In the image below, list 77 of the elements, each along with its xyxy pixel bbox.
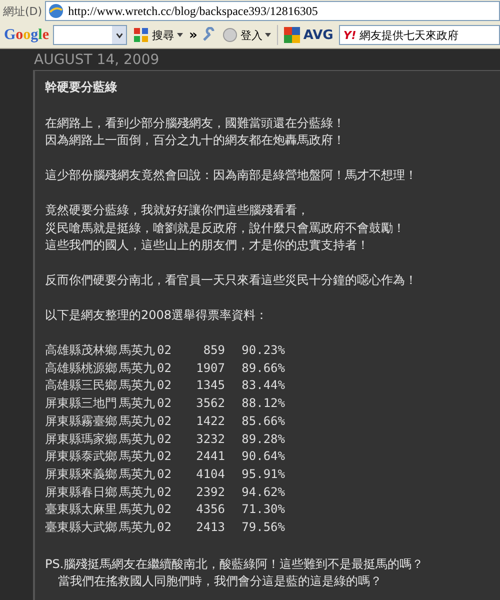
table-cell-text: 4356 bbox=[195, 501, 225, 518]
table-cell-text: 高雄縣三民鄉 bbox=[45, 377, 118, 394]
table-cell-text: 1422 bbox=[195, 412, 225, 430]
sign-in-button[interactable]: 登入 bbox=[221, 28, 274, 42]
table-cell-text: 馬英九 bbox=[119, 518, 156, 536]
table-cell-text: 89.66% bbox=[240, 360, 285, 377]
table-cell-text: 88.12% bbox=[240, 395, 285, 412]
post-title: 幹硬要分藍綠 bbox=[45, 79, 118, 96]
table-cell-text: 2392 bbox=[195, 484, 225, 501]
table-cell-text: 臺東縣大武鄉 bbox=[45, 518, 118, 536]
table-cell-text: 屏東縣瑪家鄉 bbox=[45, 430, 118, 448]
table-cell-text: 90.23% bbox=[240, 342, 285, 360]
paragraph: 反而你們硬要分南北，看官員一天只來看這些災民十分鐘的噁心作為！ bbox=[45, 272, 418, 289]
table-cell-text: 02 bbox=[157, 484, 172, 501]
table-cell-text: 屏東縣霧臺鄉 bbox=[45, 412, 118, 430]
caret-icon bbox=[177, 33, 184, 37]
table-cell-text: 85.66% bbox=[240, 412, 285, 430]
address-field[interactable]: http://www.wretch.cc/blog/backspace393/12816305 bbox=[45, 1, 500, 21]
table-cell-text: 02 bbox=[157, 342, 172, 360]
table-cell-text: 71.30% bbox=[240, 501, 285, 518]
table-cell-text: 02 bbox=[157, 395, 172, 412]
paragraph: 這少部份腦殘網友竟然會回說：因為南部是綠營地盤阿！馬才不想理！ bbox=[45, 167, 418, 184]
table-cell-text: 02 bbox=[157, 466, 172, 483]
table-cell-text: 3562 bbox=[195, 395, 225, 412]
paragraph: 竟然硬要分藍綠，我就好好讓你們這些腦殘看看， 災民嗆馬就是挺綠，嗆劉就是反政府，說什麼只會罵政府不會鼓勵！ 這些我們的國人，這些山上的朋友們，才是你的忠實支持者！ bbox=[45, 202, 406, 254]
table-cell-text: 79.56% bbox=[240, 518, 285, 536]
table-cell-text: 89.28% bbox=[240, 430, 285, 448]
yahoo-search-field[interactable]: Y! 網友提供七天來政府 bbox=[339, 25, 500, 45]
table-cell-text: 馬英九 bbox=[119, 501, 156, 518]
table-cell-text: 4104 bbox=[195, 466, 225, 483]
table-cell-text: 馬英九 bbox=[119, 466, 156, 483]
dropdown-icon[interactable] bbox=[112, 26, 126, 44]
table-cell-text: 859 bbox=[202, 342, 225, 360]
table-cell-text: 2413 bbox=[195, 518, 225, 536]
table-cell-text: 95.91% bbox=[240, 466, 285, 483]
paragraph: 以下是網友整理的2008選舉得票率資料： bbox=[45, 307, 269, 324]
search-button[interactable]: 搜尋 bbox=[131, 27, 186, 43]
table-cell-text: 馬英九 bbox=[119, 448, 156, 466]
postscript: PS.腦殘挺馬網友在繼續酸南北，酸藍綠阿！這些難到不是最挺馬的嗎？ 當我們在搖救國人同胞們時，我們會分這是藍的這是綠的嗎？ bbox=[45, 556, 425, 590]
table-cell-text: 馬英九 bbox=[119, 360, 156, 377]
table-cell-text: 1345 bbox=[195, 377, 225, 394]
table-cell-text: 02 bbox=[157, 430, 172, 448]
squares-icon bbox=[284, 27, 300, 43]
table-cell-text: 02 bbox=[157, 360, 172, 377]
table-cell-text: 屏東縣來義鄉 bbox=[45, 466, 118, 483]
table-cell-text: 1907 bbox=[195, 360, 225, 377]
caret-icon bbox=[265, 33, 272, 37]
address-label: 網址(D) bbox=[3, 4, 42, 18]
table-cell-text: 02 bbox=[157, 518, 172, 536]
google-logo[interactable]: Google bbox=[4, 26, 50, 44]
table-cell-text: 02 bbox=[157, 448, 172, 466]
table-cell-text: 2441 bbox=[195, 448, 225, 466]
squares-icon bbox=[133, 27, 150, 43]
post-date: AUGUST 14, 2009 bbox=[33, 51, 160, 70]
table-cell-text: 屏東縣泰武鄉 bbox=[45, 448, 118, 466]
search-field[interactable] bbox=[53, 25, 128, 45]
table-cell-text: 90.64% bbox=[240, 448, 285, 466]
table-cell-text: 3232 bbox=[195, 430, 225, 448]
table-cell-text: 馬英九 bbox=[119, 342, 156, 360]
table-cell-text: 馬英九 bbox=[119, 430, 156, 448]
table-cell-text: 馬英九 bbox=[119, 377, 156, 394]
table-cell-text: 馬英九 bbox=[119, 395, 156, 412]
table-cell-text: 94.62% bbox=[240, 484, 285, 501]
table-cell-text: 馬英九 bbox=[119, 484, 156, 501]
avg-button[interactable]: AVG bbox=[282, 27, 336, 43]
table-cell-text: 83.44% bbox=[240, 377, 285, 394]
paragraph: 在網路上，看到少部分腦殘網友，國難當頭還在分藍綠！ 因為網路上一面倒，百分之九十的網友都在炮轟馬政府！ bbox=[45, 114, 346, 149]
more-button[interactable]: » bbox=[189, 28, 198, 42]
table-cell-text: 臺東縣太麻里 bbox=[45, 501, 118, 518]
table-cell-text: 高雄縣茂林鄉 bbox=[45, 342, 118, 360]
table-cell-text: 02 bbox=[157, 412, 172, 430]
table-cell-text: 屏東縣春日鄉 bbox=[45, 484, 118, 501]
table-cell-text: 02 bbox=[157, 377, 172, 394]
table-cell-text: 02 bbox=[157, 501, 172, 518]
table-cell-text: 馬英九 bbox=[119, 412, 156, 430]
table-cell-text: 高雄縣桃源鄉 bbox=[45, 360, 118, 377]
table-cell-text: 屏東縣三地門 bbox=[45, 395, 118, 412]
